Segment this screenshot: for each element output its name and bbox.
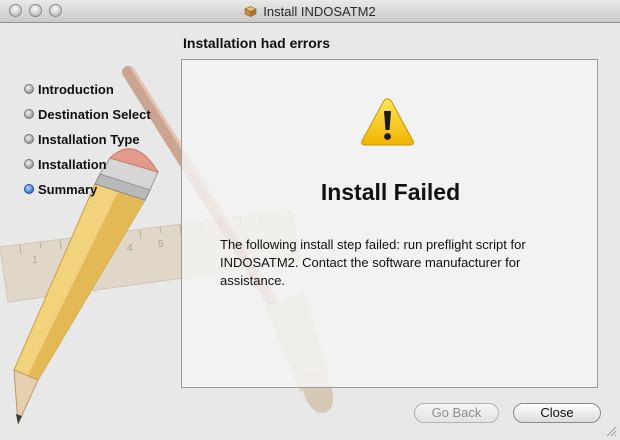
step-label: Summary <box>38 182 98 197</box>
close-button[interactable]: Close <box>513 403 601 423</box>
step-dot-icon <box>24 84 34 94</box>
step-label: Installation Type <box>38 132 140 147</box>
package-icon <box>244 6 258 17</box>
step-label: Installation <box>38 157 107 172</box>
status-title: Install Failed <box>320 179 461 205</box>
step-label: Destination Select <box>38 107 151 122</box>
active-step-dot-icon <box>24 184 34 194</box>
ruler-tick-label: 4 <box>127 243 133 254</box>
installer-window: 1 2 3 4 5 <box>0 0 620 440</box>
content-panel: Install Failed The following install ste… <box>181 59 598 388</box>
step-dot-icon <box>24 109 34 119</box>
title-bar: Install INDOSATM2 <box>0 0 620 23</box>
ruler-tick-label: 5 <box>158 239 164 250</box>
error-message: The following install step failed: run p… <box>220 237 526 288</box>
page-title: Installation had errors <box>183 35 331 51</box>
step-label: Introduction <box>38 82 114 97</box>
go-back-button[interactable]: Go Back <box>414 403 499 423</box>
warning-icon <box>361 98 414 146</box>
ruler-tick-label: 1 <box>32 255 38 266</box>
resize-grip-icon[interactable] <box>605 425 617 437</box>
window-title: Install INDOSATM2 <box>0 4 620 19</box>
step-dot-icon <box>24 159 34 169</box>
window-title-text: Install INDOSATM2 <box>263 4 376 19</box>
step-dot-icon <box>24 134 34 144</box>
